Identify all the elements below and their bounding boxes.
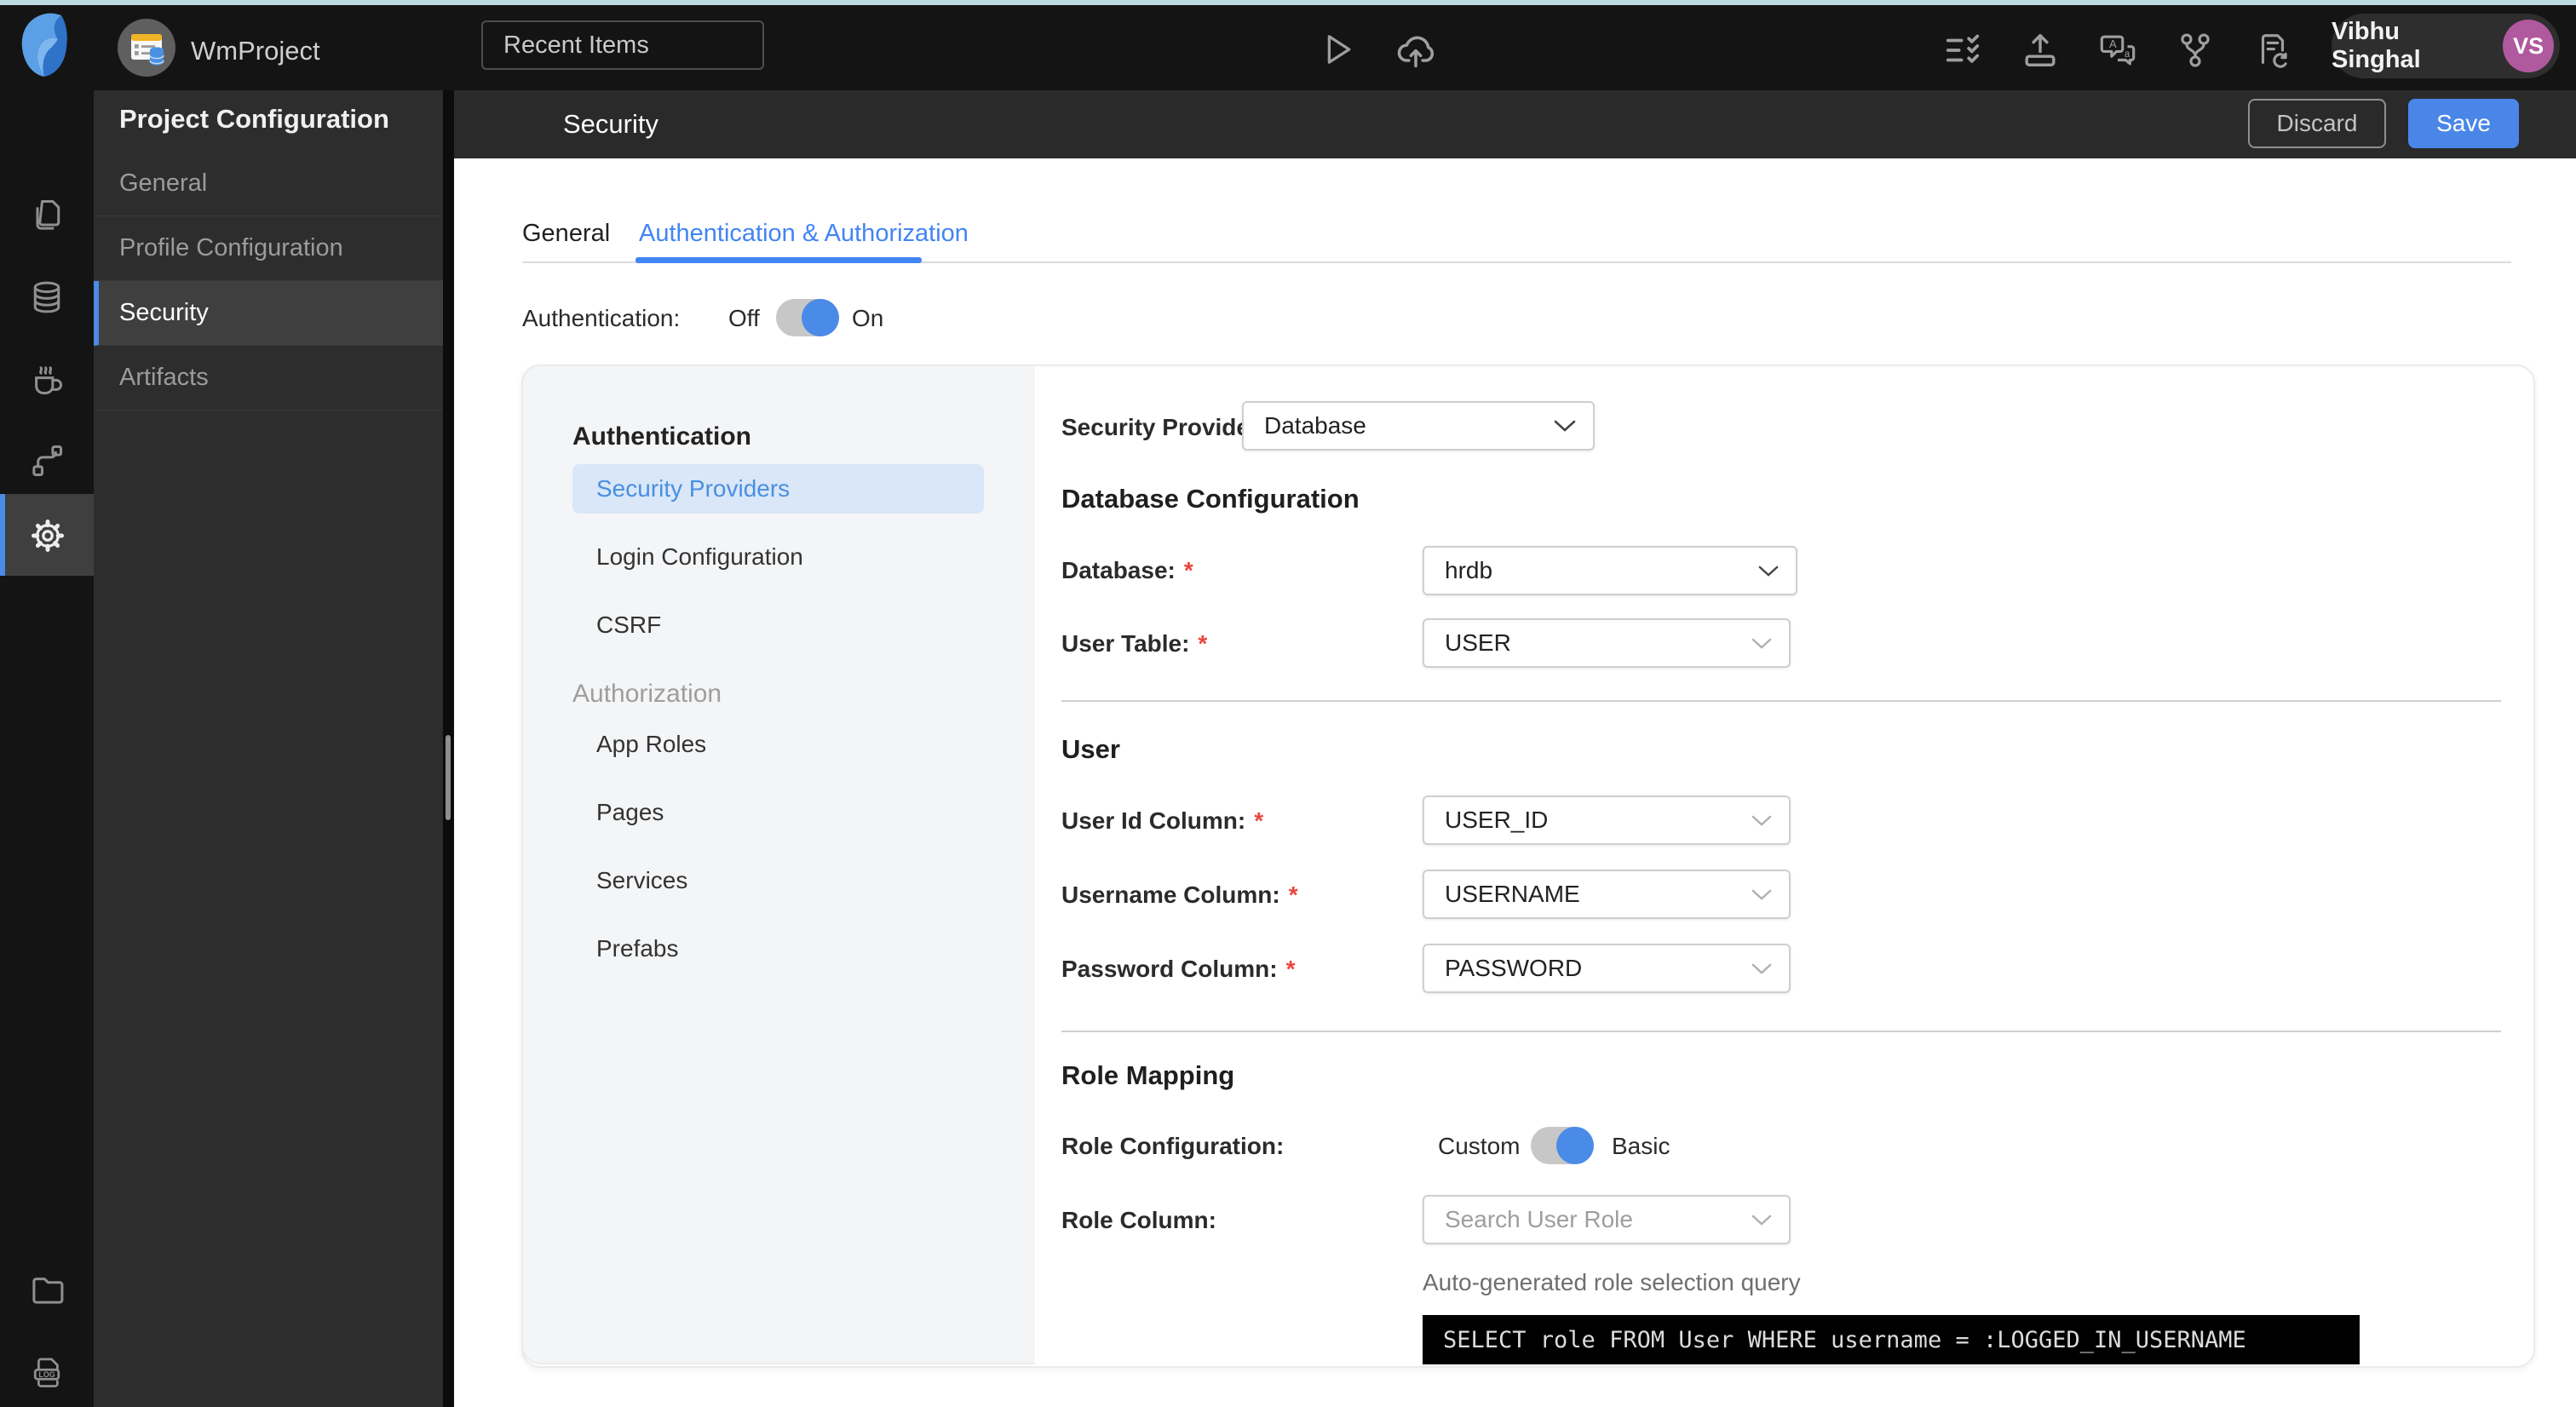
nav-item-login-configuration[interactable]: Login Configuration bbox=[596, 543, 803, 571]
nav-item-services[interactable]: Services bbox=[596, 867, 687, 894]
role-column-label: Role Column: bbox=[1061, 1207, 1216, 1233]
security-provider-select[interactable]: Database bbox=[1242, 401, 1595, 451]
run-icon[interactable] bbox=[1319, 31, 1356, 68]
tab-general[interactable]: General bbox=[522, 220, 610, 248]
database-configuration-heading: Database Configuration bbox=[1061, 484, 1360, 514]
svg-text:A: A bbox=[2109, 37, 2117, 50]
user-menu[interactable]: Vibhu Singhal VS bbox=[2332, 14, 2560, 78]
top-bar: WmProject Recent Items A a Vibhu Singhal… bbox=[0, 5, 2576, 90]
password-column-label: Password Column: * bbox=[1061, 956, 1296, 982]
section-heading-authentication: Authentication bbox=[572, 422, 751, 451]
chevron-down-icon bbox=[1751, 888, 1772, 901]
pages-icon[interactable] bbox=[28, 197, 66, 234]
sidebar-item-security[interactable]: Security bbox=[94, 281, 443, 346]
svg-text:a: a bbox=[2125, 49, 2130, 60]
toggle-custom-label: Custom bbox=[1438, 1133, 1521, 1159]
checklist-icon[interactable] bbox=[1943, 31, 1982, 70]
icon-sidebar: LOG bbox=[0, 90, 94, 1407]
user-heading: User bbox=[1061, 734, 1120, 764]
chevron-down-icon bbox=[1751, 1214, 1772, 1226]
nav-item-app-roles[interactable]: App Roles bbox=[596, 731, 706, 758]
role-mapping-heading: Role Mapping bbox=[1061, 1060, 1235, 1090]
user-name: Vibhu Singhal bbox=[2332, 18, 2421, 73]
chevron-down-icon bbox=[1554, 419, 1576, 433]
svg-text:LOG: LOG bbox=[38, 1370, 55, 1379]
required-mark: * bbox=[1285, 956, 1296, 982]
required-mark: * bbox=[1254, 807, 1264, 834]
security-provider-label: Security Provider bbox=[1061, 414, 1259, 440]
scrollbar-thumb[interactable] bbox=[446, 735, 451, 820]
java-service-icon[interactable] bbox=[28, 360, 66, 398]
sidebar-item-artifacts[interactable]: Artifacts bbox=[94, 346, 443, 411]
user-id-column-label: User Id Column: * bbox=[1061, 807, 1264, 834]
panel-title: Project Configuration bbox=[119, 104, 389, 134]
toggle-knob bbox=[1556, 1127, 1594, 1164]
query-caption: Auto-generated role selection query bbox=[1423, 1269, 1801, 1295]
password-column-select[interactable]: PASSWORD bbox=[1423, 944, 1791, 993]
save-button[interactable]: Save bbox=[2408, 99, 2519, 148]
nav-item-pages[interactable]: Pages bbox=[596, 799, 664, 826]
section-heading-authorization: Authorization bbox=[572, 680, 722, 708]
required-mark: * bbox=[1288, 882, 1298, 908]
chevron-down-icon bbox=[1751, 637, 1772, 650]
page-title: Security bbox=[563, 109, 658, 139]
database-select[interactable]: hrdb bbox=[1423, 546, 1797, 595]
tab-authentication-authorization[interactable]: Authentication & Authorization bbox=[639, 220, 969, 248]
deploy-cloud-icon[interactable] bbox=[1394, 27, 1438, 72]
apis-icon[interactable] bbox=[28, 442, 66, 480]
settings-icon-active-item[interactable] bbox=[0, 494, 94, 576]
database-label: Database: * bbox=[1061, 557, 1193, 583]
discard-button[interactable]: Discard bbox=[2248, 99, 2386, 148]
git-branch-icon[interactable] bbox=[2176, 31, 2215, 70]
log-icon[interactable]: LOG bbox=[28, 1353, 66, 1391]
settings-icon bbox=[32, 520, 64, 552]
translate-icon[interactable]: A a bbox=[2098, 31, 2137, 70]
sidebar-item-general[interactable]: General bbox=[94, 152, 443, 216]
username-column-select[interactable]: USERNAME bbox=[1423, 870, 1791, 919]
sidebar-item-profile-configuration[interactable]: Profile Configuration bbox=[94, 216, 443, 281]
folder-icon[interactable] bbox=[28, 1271, 66, 1308]
nav-item-prefabs[interactable]: Prefabs bbox=[596, 935, 679, 962]
toggle-off-label: Off bbox=[728, 305, 760, 331]
authentication-toggle[interactable] bbox=[776, 299, 839, 336]
database-icon[interactable] bbox=[28, 279, 66, 316]
recent-items-dropdown[interactable]: Recent Items bbox=[481, 20, 764, 70]
security-nav-panel bbox=[521, 365, 1035, 1364]
chevron-down-icon bbox=[1758, 565, 1779, 577]
avatar: VS bbox=[2503, 20, 2554, 72]
project-name: WmProject bbox=[191, 36, 320, 66]
role-query-text: SELECT role FROM User WHERE username = :… bbox=[1443, 1326, 2246, 1353]
user-table-select[interactable]: USER bbox=[1423, 618, 1791, 668]
nav-item-security-providers[interactable]: Security Providers bbox=[572, 464, 984, 514]
authentication-label: Authentication: bbox=[522, 305, 681, 331]
wavemaker-logo-icon[interactable] bbox=[19, 10, 75, 80]
chevron-down-icon bbox=[1751, 962, 1772, 975]
active-tab-indicator bbox=[635, 257, 922, 263]
page-header: Security Discard Save bbox=[454, 90, 2576, 158]
app-window: WmProject Recent Items A a Vibhu Singhal… bbox=[0, 0, 2576, 1407]
recent-items-label: Recent Items bbox=[503, 31, 649, 59]
toggle-on-label: On bbox=[852, 305, 884, 331]
project-icon[interactable] bbox=[118, 19, 175, 77]
toggle-knob bbox=[802, 299, 839, 336]
role-configuration-label: Role Configuration: bbox=[1061, 1133, 1285, 1159]
toggle-basic-label: Basic bbox=[1612, 1133, 1670, 1159]
user-id-column-select[interactable]: USER_ID bbox=[1423, 795, 1791, 845]
role-column-select[interactable]: Search User Role bbox=[1423, 1195, 1791, 1244]
export-icon[interactable] bbox=[2021, 31, 2060, 70]
nav-item-csrf[interactable]: CSRF bbox=[596, 612, 661, 639]
role-query-code-block: SELECT role FROM User WHERE username = :… bbox=[1423, 1315, 2360, 1364]
user-table-label: User Table: * bbox=[1061, 630, 1208, 657]
chevron-down-icon bbox=[1751, 814, 1772, 827]
username-column-label: Username Column: * bbox=[1061, 882, 1298, 908]
role-configuration-toggle[interactable] bbox=[1531, 1127, 1594, 1164]
required-mark: * bbox=[1183, 557, 1193, 583]
required-mark: * bbox=[1198, 630, 1208, 657]
file-sync-icon[interactable] bbox=[2253, 31, 2292, 70]
